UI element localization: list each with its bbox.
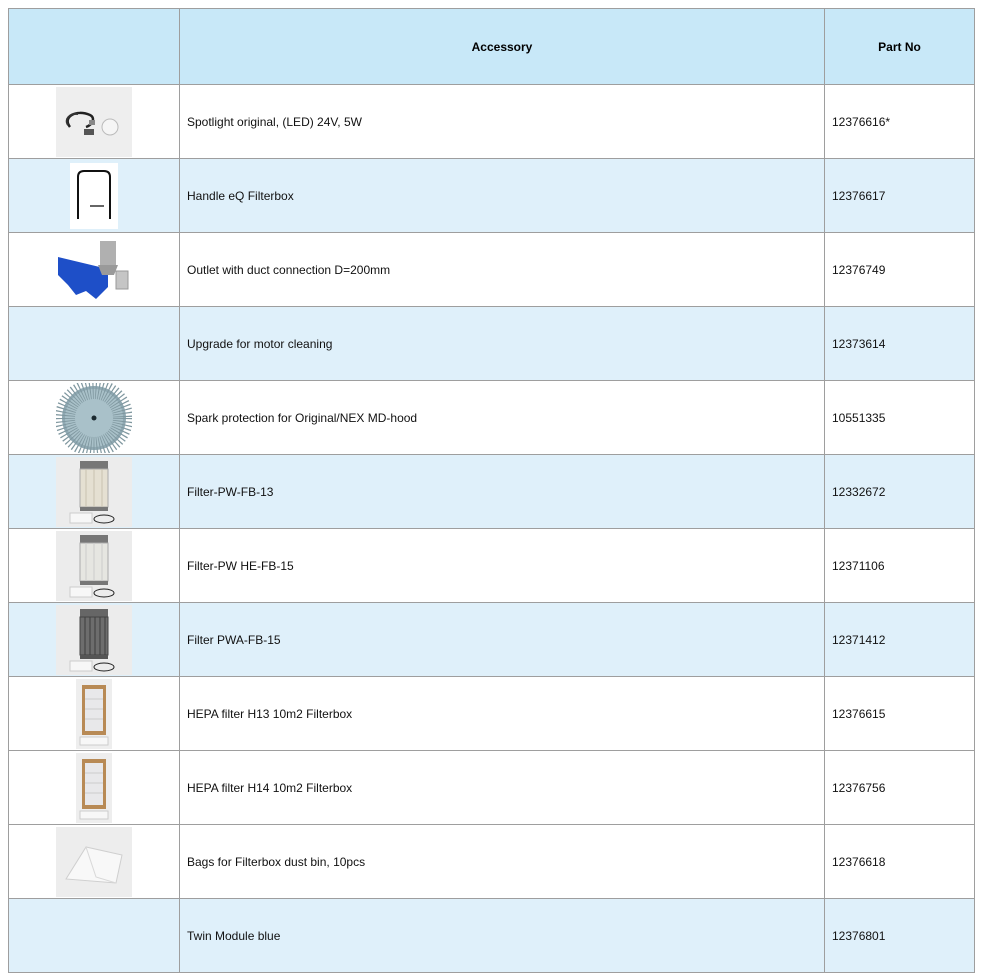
row-accessory-name: Spotlight original, (LED) 24V, 5W	[179, 84, 825, 159]
table-row: Bags for Filterbox dust bin, 10pcs 12376…	[8, 824, 975, 899]
table-row: Upgrade for motor cleaning 12373614	[8, 306, 975, 381]
header-accessory: Accessory	[179, 8, 825, 85]
row-part-number: 12376801	[824, 898, 975, 973]
hepa-filter-icon	[56, 752, 132, 823]
row-part-number: 12376617	[824, 158, 975, 233]
table-header-row: Accessory Part No	[8, 8, 975, 85]
table-row: Filter PWA-FB-15 12371412	[8, 602, 975, 677]
table-row: Handle eQ Filterbox 12376617	[8, 158, 975, 233]
table-row: HEPA filter H13 10m2 Filterbox 12376615	[8, 676, 975, 751]
row-accessory-name: Filter PWA-FB-15	[179, 602, 825, 677]
row-image-cell	[8, 750, 180, 825]
row-accessory-name: Filter-PW HE-FB-15	[179, 528, 825, 603]
row-part-number: 12371106	[824, 528, 975, 603]
outlet-duct-icon	[56, 235, 132, 305]
row-accessory-name: Filter-PW-FB-13	[179, 454, 825, 529]
row-accessory-name: HEPA filter H14 10m2 Filterbox	[179, 750, 825, 825]
table-row: Spark protection for Original/NEX MD-hoo…	[8, 380, 975, 455]
row-accessory-name: Bags for Filterbox dust bin, 10pcs	[179, 824, 825, 899]
carbon-filter-icon	[56, 604, 132, 675]
row-accessory-name: Upgrade for motor cleaning	[179, 306, 825, 381]
row-accessory-name: Outlet with duct connection D=200mm	[179, 232, 825, 307]
table-row: Filter-PW-FB-13 12332672	[8, 454, 975, 529]
row-image-cell	[8, 824, 180, 899]
row-image-cell	[8, 306, 180, 381]
row-part-number: 12371412	[824, 602, 975, 677]
accessory-table: Accessory Part No Spotlight original, (L…	[8, 8, 975, 973]
cartridge-filter-icon	[56, 530, 132, 601]
row-image-cell	[8, 898, 180, 973]
row-accessory-name: HEPA filter H13 10m2 Filterbox	[179, 676, 825, 751]
row-image-cell	[8, 602, 180, 677]
spotlight-lamp-icon	[56, 86, 132, 157]
cartridge-filter-icon	[56, 456, 132, 527]
row-part-number: 10551335	[824, 380, 975, 455]
row-image-cell	[8, 676, 180, 751]
row-accessory-name: Spark protection for Original/NEX MD-hoo…	[179, 380, 825, 455]
row-part-number: 12373614	[824, 306, 975, 381]
row-image-cell	[8, 380, 180, 455]
table-row: Twin Module blue 12376801	[8, 898, 975, 973]
table-row: Filter-PW HE-FB-15 12371106	[8, 528, 975, 603]
row-part-number: 12332672	[824, 454, 975, 529]
accessory-table-container: Accessory Part No Spotlight original, (L…	[8, 8, 975, 973]
spark-protection-icon	[56, 382, 132, 453]
hepa-filter-icon	[56, 678, 132, 749]
row-part-number: 12376616*	[824, 84, 975, 159]
row-part-number: 12376615	[824, 676, 975, 751]
row-part-number: 12376749	[824, 232, 975, 307]
row-part-number: 12376618	[824, 824, 975, 899]
table-row: HEPA filter H14 10m2 Filterbox 12376756	[8, 750, 975, 825]
row-image-cell	[8, 454, 180, 529]
header-part-no: Part No	[824, 8, 975, 85]
table-row: Outlet with duct connection D=200mm 1237…	[8, 232, 975, 307]
row-image-cell	[8, 84, 180, 159]
row-accessory-name: Twin Module blue	[179, 898, 825, 973]
table-row: Spotlight original, (LED) 24V, 5W 123766…	[8, 84, 975, 159]
header-image-cell	[8, 8, 180, 85]
row-part-number: 12376756	[824, 750, 975, 825]
row-image-cell	[8, 232, 180, 307]
dust-bag-icon	[56, 826, 132, 897]
row-image-cell	[8, 528, 180, 603]
row-image-cell	[8, 158, 180, 233]
row-accessory-name: Handle eQ Filterbox	[179, 158, 825, 233]
handle-icon	[56, 161, 132, 231]
